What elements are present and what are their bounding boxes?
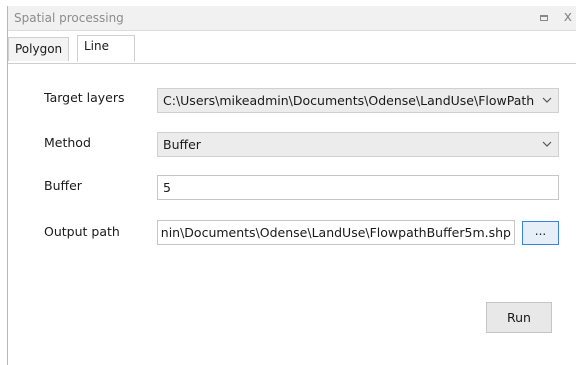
chevron-down-icon [542,133,552,156]
buffer-value: 5 [163,180,171,195]
method-label: Method [44,135,91,150]
target-layers-select[interactable]: C:\Users\mikeadmin\Documents\Odense\Land… [157,88,559,113]
output-path-input[interactable]: nin\Documents\Odense\LandUse\FlowpathBuf… [157,220,515,245]
output-path-label: Output path [44,224,120,239]
buffer-label: Buffer [44,178,82,193]
tab-strip: Polygon Line [8,31,576,64]
chevron-down-icon [542,89,552,112]
browse-button[interactable]: ... [522,221,559,245]
spatial-processing-panel: Spatial processing x Polygon Line Target… [7,6,576,365]
tab-line[interactable]: Line [77,35,135,62]
target-layers-label: Target layers [44,90,125,105]
method-value: Buffer [163,137,201,152]
panel-title: Spatial processing [14,11,124,25]
tab-polygon[interactable]: Polygon [8,37,70,61]
output-path-value: nin\Documents\Odense\LandUse\FlowpathBuf… [160,225,511,240]
title-bar: Spatial processing x [8,6,576,31]
run-button[interactable]: Run [486,302,552,333]
restore-icon[interactable] [540,15,548,21]
target-layers-value: C:\Users\mikeadmin\Documents\Odense\Land… [163,93,535,108]
method-select[interactable]: Buffer [157,132,559,157]
close-icon[interactable]: x [564,9,572,25]
buffer-input[interactable]: 5 [157,175,559,200]
